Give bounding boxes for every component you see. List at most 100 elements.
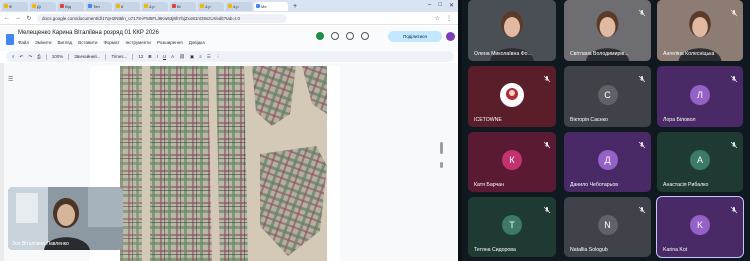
participant-tile[interactable]: Д Данило Чеботарьов xyxy=(564,132,651,192)
browser-tab-bar: Ф Ді Від Тел 6 4.р Ві 4.р 4.р Ме + xyxy=(0,0,458,12)
meet-icon[interactable] xyxy=(316,32,324,40)
tab-label: 4.р xyxy=(149,3,155,9)
fabric-photo[interactable] xyxy=(120,66,327,261)
tab-favicon-icon xyxy=(228,4,232,8)
new-tab-button[interactable]: + xyxy=(293,3,297,10)
mic-off-icon xyxy=(543,201,551,214)
browser-tab[interactable]: Тел xyxy=(86,1,112,11)
docs-logo-icon[interactable] xyxy=(6,34,14,45)
url-field[interactable]: docs.google.com/document/d/17qH2Nt6ln_o7… xyxy=(37,13,287,23)
doc-menu-item[interactable]: Розширення xyxy=(157,40,183,45)
doc-menu-bar: Файл Змінити Вигляд Вставити Формат Інструмен… xyxy=(18,40,205,45)
participant-tile[interactable]: N Natallia Sologub xyxy=(564,197,651,257)
browser-tab[interactable]: 6 xyxy=(114,1,140,11)
doc-toolbar: ⌕ ↶ ↷ ⎙ 100% Звичайний... Times... 12 B … xyxy=(6,51,454,62)
minimize-icon[interactable]: – xyxy=(428,2,431,9)
bold-icon[interactable]: B xyxy=(148,54,151,59)
participant-tile[interactable]: Ангеліна Колесніцька xyxy=(657,0,743,61)
browser-tab[interactable]: 4.р xyxy=(198,1,224,11)
history-icon[interactable] xyxy=(331,32,339,40)
participant-avatar: Л xyxy=(690,84,710,105)
align-icon[interactable]: ≡ xyxy=(199,54,202,59)
account-avatar[interactable] xyxy=(446,32,455,41)
star-icon[interactable]: ☆ xyxy=(435,15,440,22)
participant-tile[interactable]: А Анастасія Рибалко xyxy=(657,132,743,192)
participant-avatar: N xyxy=(597,215,618,235)
mic-off-icon xyxy=(638,201,646,214)
participant-name: Вікторія Саєнко xyxy=(570,117,608,123)
font-select[interactable]: Times... xyxy=(111,54,127,59)
doc-menu-item[interactable]: Довідка xyxy=(189,40,205,45)
doc-header-icons xyxy=(316,32,369,40)
italic-icon[interactable]: I xyxy=(157,54,158,59)
participant-name: ICETOWNE xyxy=(474,117,502,123)
browser-tab[interactable]: 4.р xyxy=(142,1,168,11)
style-select[interactable]: Звичайний... xyxy=(74,54,100,59)
scrollbar-handle[interactable] xyxy=(440,162,443,168)
doc-menu-item[interactable]: Формат xyxy=(103,40,119,45)
doc-menu-item[interactable]: Інструменти xyxy=(125,40,150,45)
browser-tab[interactable]: 4.р xyxy=(226,1,252,11)
tab-label: 4.р xyxy=(233,3,239,9)
doc-menu-item[interactable]: Файл xyxy=(18,40,29,45)
forward-icon[interactable]: → xyxy=(15,15,21,21)
undo-icon[interactable]: ↶ xyxy=(20,54,24,60)
zoom-select[interactable]: 100% xyxy=(52,54,64,59)
outline-icon[interactable]: ☰ xyxy=(8,76,13,83)
doc-menu-item[interactable]: Вигляд xyxy=(57,40,72,45)
participant-tile[interactable]: Л Лора Біловол xyxy=(657,66,743,127)
reload-icon[interactable]: ↻ xyxy=(26,15,32,22)
scrollbar-thumb[interactable] xyxy=(440,142,443,154)
browser-tab[interactable]: Ві xyxy=(170,1,196,11)
extensions-icon[interactable]: ⋮ xyxy=(446,15,452,22)
maximize-icon[interactable]: □ xyxy=(438,2,442,9)
participant-name: Тетяна Сидорова xyxy=(474,247,516,253)
participant-avatar: С xyxy=(597,84,618,105)
participant-tile[interactable]: K Karina Kot xyxy=(656,196,744,258)
participant-name: Анастасія Рибалко xyxy=(663,182,709,188)
tab-label: Ф xyxy=(9,3,13,9)
mic-off-icon xyxy=(543,70,551,83)
participant-name: Ангеліна Колесніцька xyxy=(663,51,715,57)
list-icon[interactable]: ☰ xyxy=(207,54,211,60)
text-color-icon[interactable]: A xyxy=(171,54,174,59)
participant-tile[interactable]: С Вікторія Саєнко xyxy=(564,66,651,127)
participant-name: Олена Миколаївна Фо... xyxy=(474,51,532,57)
toolbar-divider xyxy=(132,53,134,60)
doc-menu-item[interactable]: Змінити xyxy=(35,40,51,45)
participant-avatar: Т xyxy=(502,215,522,235)
participant-name: Лора Біловол xyxy=(663,117,696,123)
link-icon[interactable]: ⛓ xyxy=(179,54,185,60)
comments-icon[interactable] xyxy=(346,32,354,40)
mic-off-icon xyxy=(730,70,738,83)
video-icon[interactable] xyxy=(361,32,369,40)
doc-menu-item[interactable]: Вставити xyxy=(78,40,97,45)
underline-icon[interactable]: U xyxy=(163,54,166,59)
browser-tab[interactable]: Ді xyxy=(30,1,56,11)
participant-tile[interactable]: К Катя Барчан xyxy=(468,132,556,192)
tab-label: 6 xyxy=(121,3,124,9)
back-icon[interactable]: ← xyxy=(4,15,10,21)
image-icon[interactable]: ▣ xyxy=(190,54,194,60)
share-button[interactable]: Поділитися xyxy=(388,31,442,42)
browser-tab[interactable]: Ме xyxy=(254,1,288,11)
search-menus-icon[interactable]: ⌕ xyxy=(12,54,15,59)
close-icon[interactable]: ✕ xyxy=(449,2,454,9)
self-view-tile[interactable]: Зоя Віталіївна Павленко xyxy=(8,187,123,250)
participant-name: Данило Чеботарьов xyxy=(570,182,619,188)
participant-tile[interactable]: Олена Миколаївна Фо... xyxy=(468,0,556,61)
participant-tile[interactable]: Світлана Володимирів... xyxy=(564,0,651,61)
tab-label: Ві xyxy=(177,3,181,9)
browser-tab[interactable]: Від xyxy=(58,1,84,11)
redo-icon[interactable]: ↷ xyxy=(28,54,32,60)
more-options-icon[interactable]: ⋮ xyxy=(216,54,221,60)
participant-avatar: Д xyxy=(597,150,618,170)
participant-tile[interactable]: ICETOWNE xyxy=(468,66,556,127)
browser-tab[interactable]: Ф xyxy=(2,1,28,11)
tab-favicon-icon xyxy=(172,4,176,8)
participant-tile[interactable]: Т Тетяна Сидорова xyxy=(468,197,556,257)
font-size-field[interactable]: 12 xyxy=(138,54,143,59)
print-icon[interactable]: ⎙ xyxy=(37,54,41,59)
participant-avatar: K xyxy=(690,215,710,235)
doc-title[interactable]: Мелещенко Карина Віталіївна розряд 01 КК… xyxy=(18,30,159,36)
